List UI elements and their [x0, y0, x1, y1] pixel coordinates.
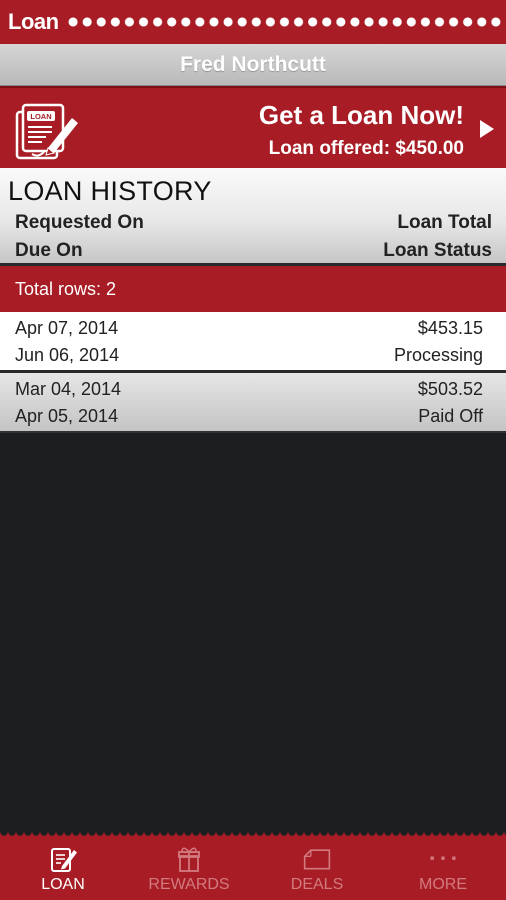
user-bar: Fred Northcutt: [0, 44, 506, 86]
loan-total-value: $503.52: [417, 379, 483, 399]
app-header: Loan: [0, 0, 506, 44]
column-loan-total: Loan Total: [397, 212, 492, 233]
due-on-value: Apr 05, 2014: [15, 406, 119, 426]
nav-item-more[interactable]: MORE: [380, 840, 506, 900]
get-loan-banner[interactable]: LOAN Get a Loan Now! Loan offered: $450.…: [0, 86, 506, 168]
user-name: Fred Northcutt: [180, 53, 326, 76]
total-rows-label: Total rows: 2: [15, 279, 117, 299]
loan-history-title: LOAN HISTORY: [8, 176, 212, 206]
loan-total-value: $453.15: [417, 318, 483, 338]
loan-status-value: Processing: [393, 345, 483, 365]
requested-on-value: Apr 07, 2014: [15, 318, 119, 338]
nav-label-rewards: REWARDS: [148, 876, 230, 893]
due-on-value: Jun 06, 2014: [15, 345, 120, 365]
column-due-on: Due On: [15, 240, 83, 261]
column-requested-on: Requested On: [15, 212, 144, 233]
loan-row[interactable]: Apr 07, 2014 Jun 06, 2014 $453.15 Proces…: [0, 312, 506, 373]
loan-document-icon: LOAN: [15, 103, 78, 160]
nav-item-loan[interactable]: LOAN: [0, 840, 126, 900]
more-dots-icon: [430, 856, 456, 860]
loan-status-value: Paid Off: [418, 406, 483, 426]
loan-row[interactable]: Mar 04, 2014 Apr 05, 2014 $503.52 Paid O…: [0, 373, 506, 433]
loan-history-header: LOAN HISTORY Requested On Loan Total Due…: [0, 168, 506, 266]
column-loan-status: Loan Status: [383, 240, 492, 261]
requested-on-value: Mar 04, 2014: [15, 379, 122, 399]
nav-item-rewards[interactable]: REWARDS: [126, 840, 252, 900]
nav-label-more: MORE: [419, 876, 467, 893]
header-dot-pattern: [66, 16, 502, 28]
nav-item-deals[interactable]: DEALS: [254, 840, 380, 900]
total-rows-bar: Total rows: 2: [0, 266, 506, 312]
nav-label-deals: DEALS: [290, 876, 344, 893]
gift-icon: [178, 847, 200, 872]
svg-text:LOAN: LOAN: [30, 112, 51, 121]
tag-icon: [303, 849, 331, 870]
get-loan-headline: Get a Loan Now!: [258, 100, 464, 130]
app-title: Loan: [8, 9, 59, 34]
nav-label-loan: LOAN: [41, 876, 85, 893]
loan-icon: [51, 848, 77, 872]
loan-offered-amount: Loan offered: $450.00: [268, 138, 464, 159]
bottom-nav: LOAN REWARDS DEALS MORE: [0, 832, 506, 900]
nav-scallop-edge: [0, 832, 506, 840]
arrow-right-icon: [480, 120, 494, 138]
